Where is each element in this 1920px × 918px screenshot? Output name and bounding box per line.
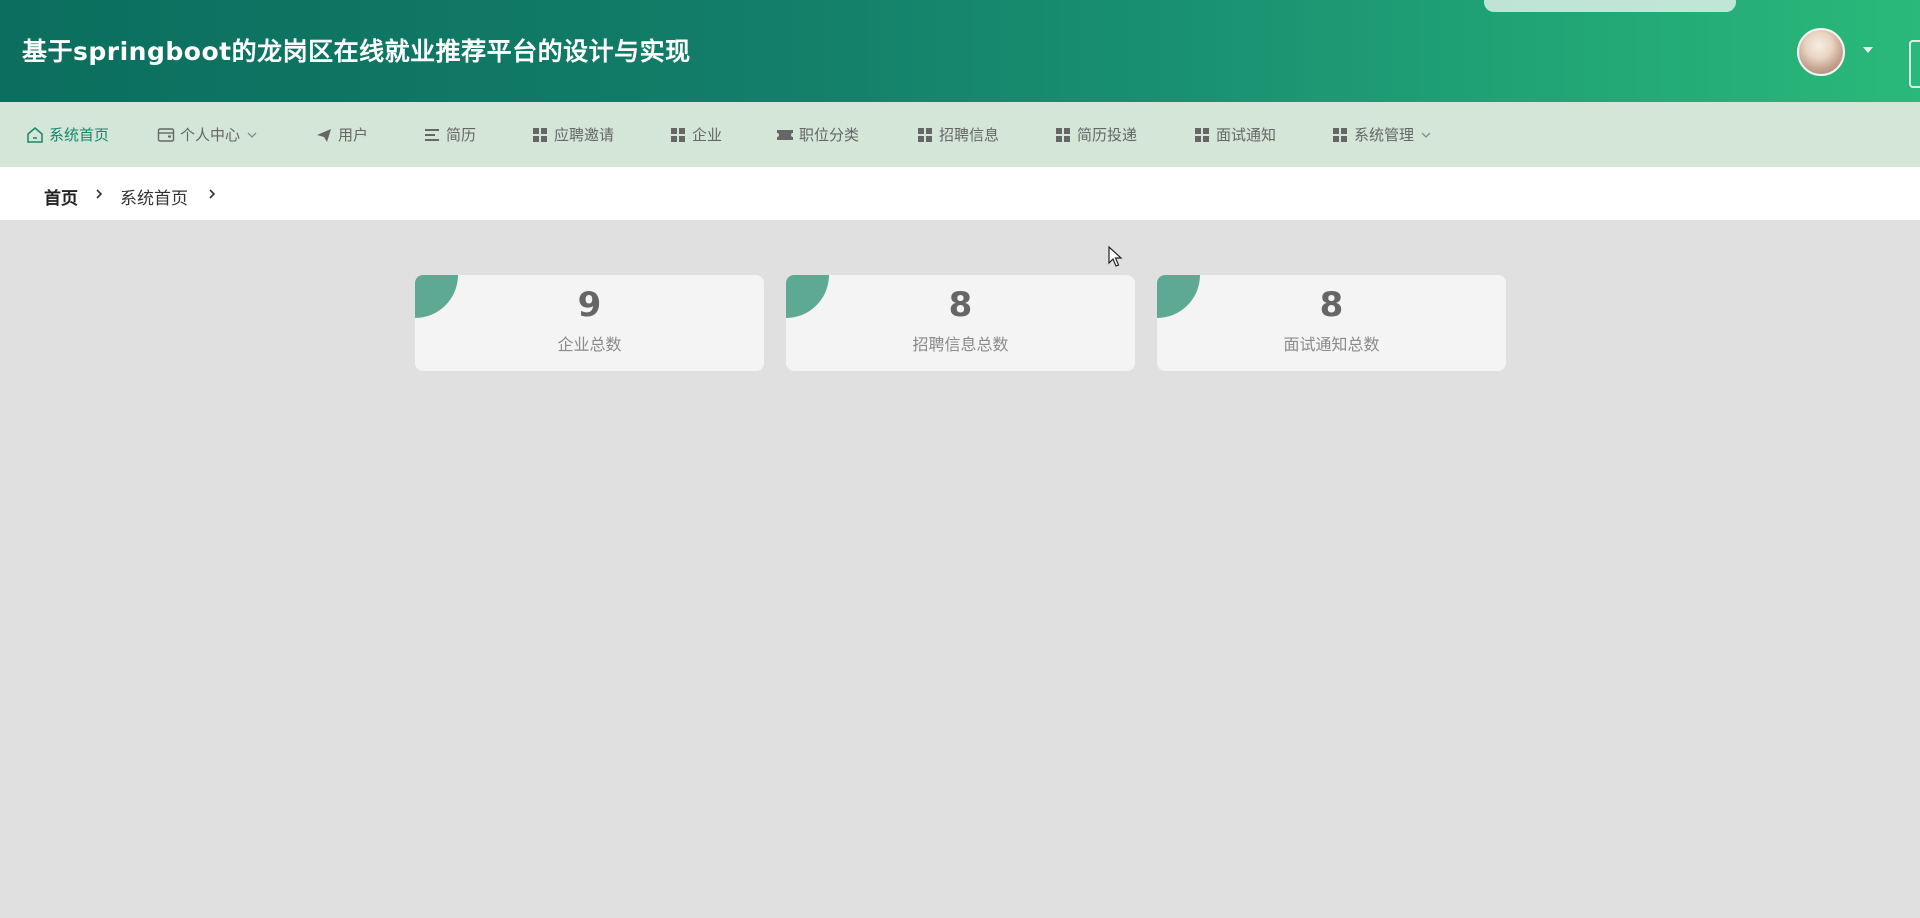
stat-card-companies: 9 企业总数 [415, 275, 764, 371]
app-title: 基于springboot的龙岗区在线就业推荐平台的设计与实现 [22, 37, 691, 66]
nav-item-resume-submissions[interactable]: 简历投递 [1054, 102, 1137, 167]
stat-label: 招聘信息总数 [912, 335, 1009, 354]
nav-item-job-categories[interactable]: 职位分类 [776, 102, 859, 167]
nav-item-label: 个人中心 [180, 126, 241, 144]
send-icon [315, 126, 333, 144]
nav-item-label: 面试通知 [1216, 126, 1277, 144]
chevron-down-icon [246, 129, 258, 141]
nav-item-recruitment-info[interactable]: 招聘信息 [916, 102, 999, 167]
grid-icon [916, 126, 934, 144]
stat-label: 企业总数 [557, 335, 622, 354]
ticket-icon [776, 126, 794, 144]
nav-item-companies[interactable]: 企业 [669, 102, 722, 167]
breadcrumb-current: 系统首页 [120, 189, 188, 209]
nav-item-users[interactable]: 用户 [315, 102, 368, 167]
stat-value: 8 [1319, 285, 1344, 325]
nav-item-resume[interactable]: 简历 [423, 102, 476, 167]
nav-item-label: 企业 [692, 126, 723, 144]
grid-icon [531, 126, 549, 144]
chevron-right-icon [209, 189, 216, 199]
stat-card-recruitment-info: 8 招聘信息总数 [786, 275, 1135, 371]
breadcrumb-home[interactable]: 首页 [44, 184, 78, 209]
grid-icon [1193, 126, 1211, 144]
top-floating-bar [1484, 0, 1736, 12]
nav-item-label: 系统首页 [49, 126, 110, 144]
nav-item-label: 应聘邀请 [554, 126, 615, 144]
stat-label: 面试通知总数 [1283, 335, 1380, 354]
nav-item-interview-notices[interactable]: 面试通知 [1193, 102, 1276, 167]
nav-item-label: 用户 [338, 126, 369, 144]
nav-item-home[interactable]: 系统首页 [26, 102, 109, 167]
breadcrumb: 首页 系统首页 [0, 167, 1920, 220]
chevron-right-icon [96, 189, 103, 199]
nav-item-label: 简历投递 [1077, 126, 1138, 144]
wallet-icon [157, 126, 175, 144]
list-icon [423, 126, 441, 144]
top-nav-menu: 系统首页 个人中心 用户 简历 应聘邀请 企业 职位分类 招聘信息 简历投递 面… [0, 102, 1920, 167]
chevron-down-icon [1420, 129, 1432, 141]
nav-item-label: 简历 [446, 126, 477, 144]
nav-item-label: 招聘信息 [939, 126, 1000, 144]
stat-card-interview-notices: 8 面试通知总数 [1157, 275, 1506, 371]
nav-item-job-invitations[interactable]: 应聘邀请 [531, 102, 614, 167]
caret-down-icon[interactable] [1860, 42, 1876, 58]
nav-item-label: 职位分类 [799, 126, 860, 144]
stat-value: 8 [948, 285, 973, 325]
grid-icon [1331, 126, 1349, 144]
side-panel-icon[interactable] [1909, 40, 1920, 88]
nav-item-label: 系统管理 [1354, 126, 1415, 144]
stat-value: 9 [577, 285, 602, 325]
app-header: 基于springboot的龙岗区在线就业推荐平台的设计与实现 [0, 0, 1920, 102]
grid-icon [669, 126, 687, 144]
home-icon [26, 126, 44, 144]
nav-item-personal-center[interactable]: 个人中心 [157, 102, 258, 167]
mouse-cursor-icon [1108, 246, 1123, 267]
nav-item-system-management[interactable]: 系统管理 [1331, 102, 1432, 167]
grid-icon [1054, 126, 1072, 144]
user-avatar[interactable] [1797, 28, 1845, 76]
